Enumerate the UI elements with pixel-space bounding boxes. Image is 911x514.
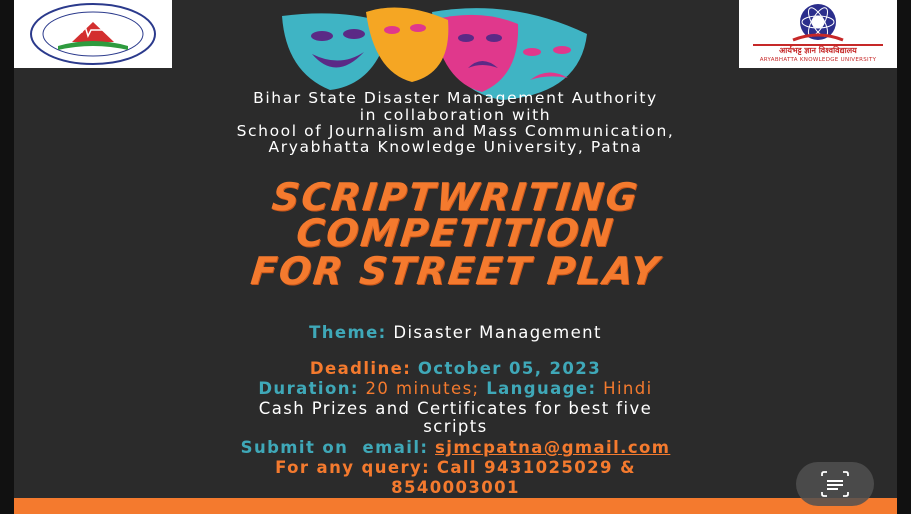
- submit-line: Submit on email: sjmcpatna@gmail.com: [0, 438, 911, 458]
- theatre-masks-icon: [282, 7, 587, 100]
- bsdma-logo: [14, 0, 172, 68]
- query-line: For any query: Call 9431025029 &: [0, 458, 911, 478]
- prizes-line-2: scripts: [423, 417, 488, 436]
- aku-caption-english: ARYABHATTA KNOWLEDGE UNIVERSITY: [759, 57, 877, 63]
- prizes-line-1: Cash Prizes and Certificates for best fi…: [258, 399, 653, 418]
- org-line-1: Bihar State Disaster Management Authorit…: [253, 89, 658, 107]
- deadline-label: Deadline:: [309, 359, 412, 378]
- theme-line: Theme: Disaster Management: [0, 323, 911, 343]
- theme-label: Theme:: [309, 323, 387, 342]
- submit-email-link[interactable]: sjmcpatna@gmail.com: [435, 438, 670, 457]
- deadline-value: October 05, 2023: [417, 359, 602, 378]
- org-line-4: Aryabhatta Knowledge University, Patna: [268, 138, 643, 156]
- language-value: Hindi: [603, 379, 653, 398]
- submit-label: Submit on email:: [240, 438, 429, 457]
- bottom-accent-bar: [14, 498, 897, 514]
- duration-line: Duration: 20 minutes; Language: Hindi: [0, 379, 911, 399]
- aku-caption-hindi: आर्यभट्ट ज्ञान विश्वविद्यालय: [779, 46, 857, 55]
- duration-label: Duration:: [258, 379, 359, 398]
- text-scan-icon: [821, 471, 849, 497]
- deadline-line: Deadline: October 05, 2023: [0, 359, 911, 379]
- aku-logo: आर्यभट्ट ज्ञान विश्वविद्यालय ARYABHATTA …: [739, 0, 897, 68]
- headline-line-3: FOR STREET PLAY: [248, 249, 663, 293]
- query-label: For any query:: [275, 458, 431, 477]
- text-scan-button[interactable]: [796, 462, 874, 506]
- duration-value: 20 minutes;: [365, 379, 480, 398]
- query-phone-1: Call 9431025029 &: [436, 458, 636, 477]
- query-phone-2: 8540003001: [391, 478, 520, 497]
- query-line-2: 8540003001: [0, 478, 911, 498]
- poster: आर्यभट्ट ज्ञान विश्वविद्यालय ARYABHATTA …: [0, 0, 911, 514]
- language-label: Language:: [486, 379, 597, 398]
- headline-line-2: COMPETITION: [294, 211, 617, 255]
- theme-value: Disaster Management: [393, 323, 602, 342]
